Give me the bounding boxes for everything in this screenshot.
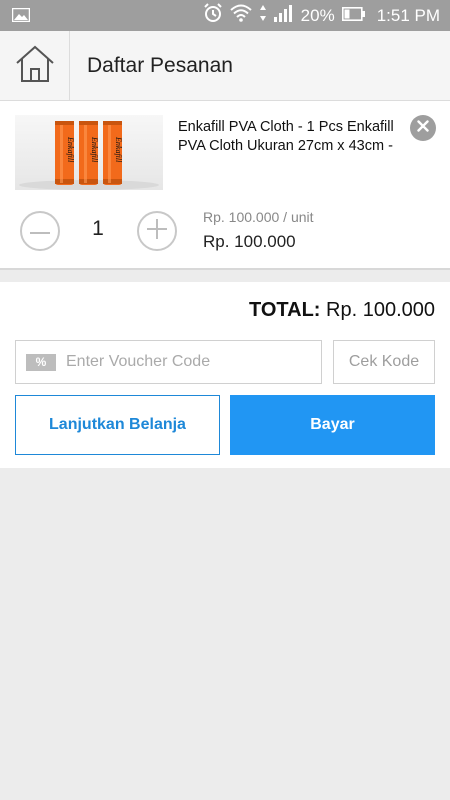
quantity-increase-button[interactable] (137, 211, 177, 251)
total-value: Rp. 100.000 (326, 299, 435, 321)
product-image[interactable]: Enkafill Enkafill Enkafill (15, 115, 163, 190)
svg-text:Enkafill: Enkafill (114, 136, 123, 163)
order-summary: TOTAL: Rp. 100.000 % Cek Kode Lanjutkan … (0, 282, 450, 468)
product-name[interactable]: Enkafill PVA Cloth - 1 Pcs Enkafill PVA … (178, 118, 410, 156)
continue-shopping-button[interactable]: Lanjutkan Belanja (15, 395, 220, 455)
minus-icon (30, 222, 50, 240)
voucher-percent-icon: % (26, 353, 56, 371)
unit-price: Rp. 100.000 / unit (203, 209, 314, 225)
data-arrows-icon (259, 4, 267, 27)
voucher-code-input[interactable] (66, 353, 296, 371)
home-icon (14, 44, 56, 89)
status-bar: 20% 1:51 PM (0, 0, 450, 31)
total-label: TOTAL: (248, 299, 321, 321)
quantity-decrease-button[interactable] (20, 211, 60, 251)
battery-percent: 20% (300, 5, 335, 25)
alarm-icon (203, 3, 223, 28)
plus-icon (147, 218, 167, 244)
home-button[interactable] (0, 31, 70, 101)
remove-item-button[interactable] (410, 115, 436, 141)
quantity-value: 1 (92, 217, 104, 240)
battery-icon (341, 6, 366, 26)
clock-time: 1:51 PM (376, 5, 440, 25)
signal-icon (273, 4, 294, 27)
app-header: Daftar Pesanan (0, 31, 450, 101)
voucher-field: % (15, 340, 322, 384)
cart-item: Enkafill Enkafill Enkafill Enkafill PVA … (0, 101, 450, 270)
svg-text:Enkafill: Enkafill (90, 136, 99, 163)
page-title: Daftar Pesanan (87, 54, 233, 77)
pay-button[interactable]: Bayar (230, 395, 435, 455)
close-icon (417, 119, 429, 137)
line-total: Rp. 100.000 (203, 232, 296, 251)
total-row: TOTAL: Rp. 100.000 (249, 299, 435, 322)
check-code-button[interactable]: Cek Kode (333, 340, 435, 384)
svg-text:Enkafill: Enkafill (66, 136, 75, 163)
wifi-icon (229, 4, 252, 27)
image-icon (11, 7, 31, 27)
